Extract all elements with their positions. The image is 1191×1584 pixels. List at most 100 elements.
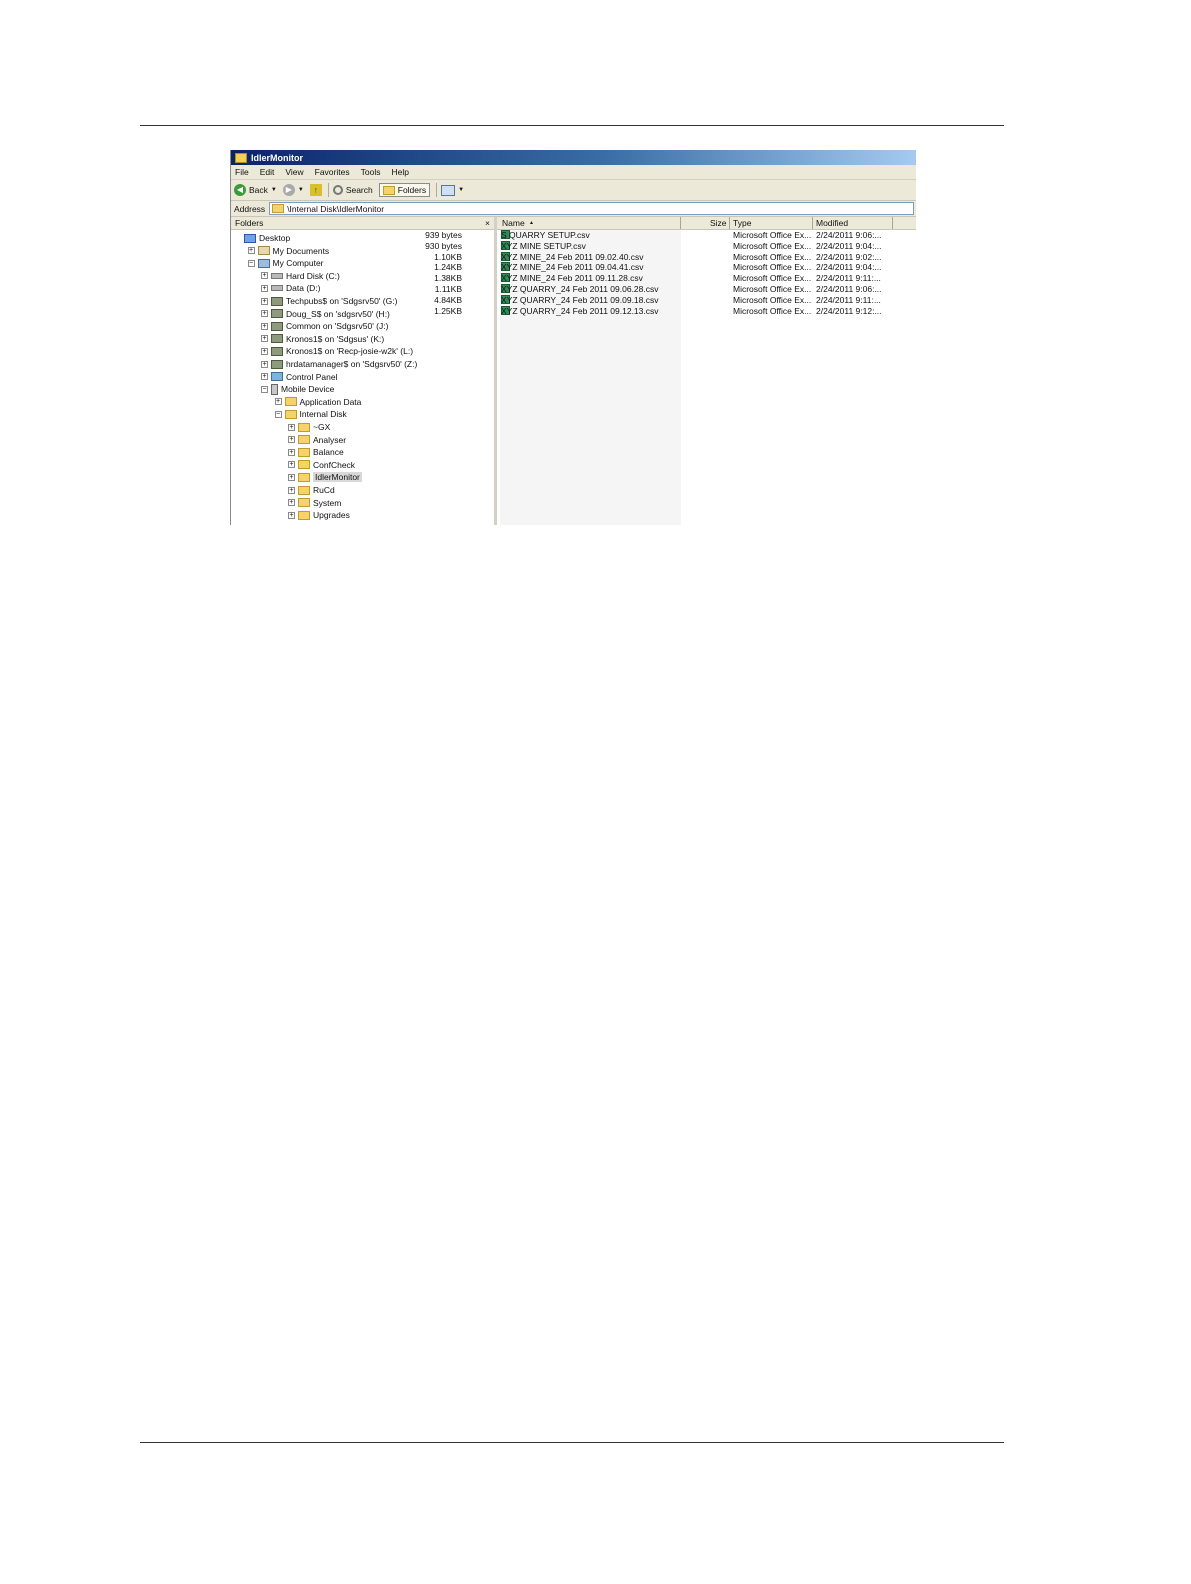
file-list-pane: Name ▲ Size Type Modified S QUARRY SETUP… <box>425 217 916 525</box>
documents-icon <box>257 246 270 256</box>
close-icon[interactable]: × <box>485 218 490 228</box>
search-button[interactable]: Search <box>332 185 373 195</box>
tree-item[interactable]: + Upgrades <box>288 509 350 521</box>
expand-icon[interactable]: + <box>288 448 295 456</box>
tree-item[interactable]: + Analyser <box>288 434 346 446</box>
file-modified: 2/24/2011 9:11:... <box>816 273 881 284</box>
forward-button[interactable]: ▶ ▼ <box>282 184 304 196</box>
file-list-header: Name ▲ Size Type Modified <box>497 217 916 230</box>
back-arrow-icon: ◀ <box>234 184 246 196</box>
menu-view[interactable]: View <box>285 167 303 177</box>
tree-item[interactable]: + Balance <box>288 446 344 458</box>
dropdown-arrow-icon[interactable]: ▼ <box>298 187 304 193</box>
expand-icon[interactable]: + <box>288 486 295 494</box>
column-header-name[interactable]: Name <box>502 218 525 228</box>
expand-icon[interactable]: + <box>261 297 268 305</box>
tree-item[interactable]: + Kronos1$ on 'Recp-josie-w2k' (L:) <box>261 345 413 357</box>
tree-item[interactable]: + IdlerMonitor <box>288 471 362 483</box>
expand-icon[interactable]: + <box>261 284 268 292</box>
back-label: Back <box>249 185 268 195</box>
collapse-icon[interactable]: − <box>261 385 268 393</box>
expand-icon[interactable]: + <box>261 347 268 355</box>
file-size: 1.24KB <box>434 262 462 273</box>
file-row[interactable]: XYZ MINE_24 Feb 2011 09.04.41.csv 1.24KB M… <box>434 262 916 273</box>
tree-item[interactable]: + My Documents <box>247 245 329 257</box>
expand-icon[interactable]: + <box>261 310 268 318</box>
expand-icon[interactable]: + <box>261 335 268 343</box>
tree-item-label: Desktop <box>259 233 291 243</box>
menu-favorites[interactable]: Favorites <box>315 167 350 177</box>
file-row[interactable]: XYZ QUARRY_24 Feb 2011 09.09.18.csv 4.84K… <box>434 294 916 306</box>
file-name: S QUARRY SETUP.csv <box>501 230 590 240</box>
tree-item[interactable]: + Hard Disk (C:) <box>261 270 340 282</box>
file-row[interactable]: XYZ MINE_24 Feb 2011 09.11.28.csv 1.38KB M… <box>434 273 916 284</box>
address-input[interactable]: \Internal Disk\IdlerMonitor <box>269 202 914 215</box>
file-modified: 2/24/2011 9:04:... <box>816 240 882 251</box>
expand-icon[interactable]: + <box>261 360 268 368</box>
tree-item[interactable]: − Internal Disk <box>274 408 347 420</box>
file-modified: 2/24/2011 9:02:... <box>816 251 882 262</box>
file-type: Microsoft Office Ex... <box>733 230 812 240</box>
tree-item[interactable]: + RuCd <box>288 484 335 496</box>
tree-item-label: Balance <box>313 447 344 458</box>
title-bar[interactable]: IdlerMonitor <box>231 150 916 165</box>
tree-item[interactable]: + ~GX <box>288 421 330 433</box>
tree-item-label: Common on 'Sdgsrv50' (J:) <box>286 321 389 332</box>
file-modified: 2/24/2011 9:11:... <box>816 294 881 305</box>
tree-item[interactable]: + System <box>288 497 341 509</box>
tree-item[interactable]: Desktop <box>234 232 290 244</box>
address-label: Address <box>234 203 266 214</box>
tree-item[interactable]: + Control Panel <box>261 371 338 383</box>
expand-icon[interactable]: + <box>288 499 295 507</box>
tree-item[interactable]: + Common on 'Sdgsrv50' (J:) <box>261 320 388 332</box>
tree-item[interactable]: − My Computer <box>247 257 324 269</box>
column-header-type[interactable]: Type <box>733 218 751 228</box>
collapse-icon[interactable]: − <box>274 410 282 418</box>
expand-icon[interactable]: + <box>261 373 268 381</box>
expand-icon[interactable]: + <box>288 473 295 481</box>
expand-icon[interactable]: + <box>274 398 282 406</box>
tree-item-label: Techpubs$ on 'Sdgsrv50' (G:) <box>286 296 398 306</box>
dropdown-arrow-icon[interactable]: ▼ <box>271 187 277 193</box>
collapse-icon[interactable]: − <box>247 259 255 267</box>
tree-item[interactable]: − Mobile Device <box>261 383 334 395</box>
file-row[interactable]: S QUARRY SETUP.csv 939 bytes Microsoft Off… <box>425 230 916 241</box>
tree-item[interactable]: + Techpubs$ on 'Sdgsrv50' (G:) <box>261 295 397 307</box>
expand-icon[interactable]: + <box>288 436 295 444</box>
folder-icon <box>298 447 310 457</box>
folders-button[interactable]: Folders <box>378 183 431 197</box>
up-folder-button[interactable]: ↑ <box>309 184 322 196</box>
tree-item[interactable]: + Data (D:) <box>261 282 320 294</box>
file-row[interactable]: XYZ MINE SETUP.csv 930 bytes Microsoft Off… <box>425 240 916 252</box>
folders-icon <box>382 185 395 195</box>
expand-icon[interactable]: + <box>261 272 268 280</box>
tree-item[interactable]: + Application Data <box>274 396 361 408</box>
column-header-size[interactable]: Size <box>710 218 727 228</box>
dropdown-arrow-icon[interactable]: ▼ <box>458 187 464 193</box>
tree-item[interactable]: + hrdatamanager$ on 'Sdgsrv50' (Z:) <box>261 358 417 370</box>
menu-tools[interactable]: Tools <box>361 167 381 177</box>
expand-icon[interactable]: + <box>288 423 295 431</box>
menu-help[interactable]: Help <box>391 167 408 177</box>
menu-edit[interactable]: Edit <box>260 167 275 177</box>
file-row[interactable]: XYZ QUARRY_24 Feb 2011 09.06.28.csv 1.11K… <box>435 284 916 295</box>
file-type: Microsoft Office Ex... <box>733 305 812 316</box>
tree-item[interactable]: + Doug_S$ on 'sdgsrv50' (H:) <box>261 308 390 320</box>
file-row[interactable]: XYZ MINE_24 Feb 2011 09.02.40.csv 1.10KB M… <box>434 251 916 263</box>
tree-item-label: Kronos1$ on 'Sdgsus' (K:) <box>286 333 385 344</box>
expand-icon[interactable]: + <box>288 461 295 469</box>
folder-icon <box>298 510 310 520</box>
views-button[interactable]: ▼ <box>441 184 464 196</box>
file-modified: 2/24/2011 9:06:... <box>816 284 882 294</box>
file-size: 939 bytes <box>425 230 462 240</box>
expand-icon[interactable]: + <box>247 247 255 255</box>
folder-icon <box>272 204 285 213</box>
back-button[interactable]: ◀ Back ▼ <box>234 184 277 196</box>
file-row[interactable]: XYZ QUARRY_24 Feb 2011 09.12.13.csv 1.25K… <box>434 305 916 317</box>
menu-file[interactable]: File <box>235 167 249 177</box>
expand-icon[interactable]: + <box>261 322 268 330</box>
column-header-modified[interactable]: Modified <box>816 218 848 228</box>
tree-item[interactable]: + ConfCheck <box>288 459 355 471</box>
tree-item[interactable]: + Kronos1$ on 'Sdgsus' (K:) <box>261 333 384 345</box>
expand-icon[interactable]: + <box>288 511 295 519</box>
